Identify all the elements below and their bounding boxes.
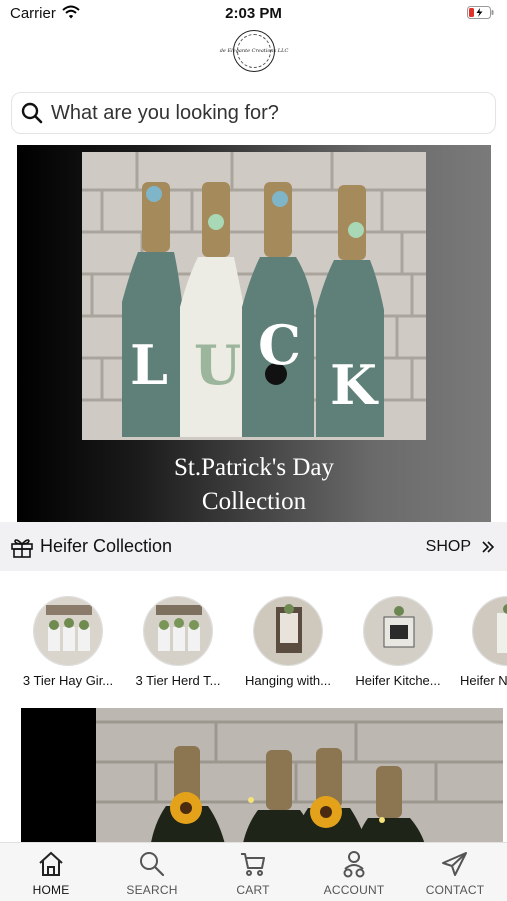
product-name: Hanging with...	[245, 673, 331, 688]
collection-title: Heifer Collection	[40, 536, 173, 556]
search-input[interactable]	[49, 100, 473, 126]
collection-header[interactable]: Heifer Collection SHOP	[0, 522, 507, 571]
cart-icon	[241, 853, 265, 876]
bottle-letter-l: L	[130, 333, 168, 397]
send-icon	[442, 852, 467, 876]
status-time: 2:03 PM	[225, 5, 282, 22]
double-chevron-right-icon	[482, 540, 495, 553]
product-item[interactable]: Heifer Kitche...	[344, 596, 452, 688]
home-icon	[39, 851, 63, 876]
product-carousel[interactable]: 3 Tier Hay Gir... 3 Tier Herd T... Hangi…	[0, 596, 507, 692]
product-thumbnail	[472, 596, 507, 666]
shop-link[interactable]: SHOP	[426, 522, 495, 571]
battery-icon	[467, 6, 495, 24]
hero-caption-line2: Collection	[201, 488, 307, 515]
promo-banner-image	[96, 708, 503, 848]
product-thumbnail	[363, 596, 433, 666]
product-item[interactable]: 3 Tier Hay Gir...	[14, 596, 122, 688]
logo-text: de Elegante Creations LLC	[219, 48, 289, 54]
tab-search[interactable]: SEARCH	[102, 843, 202, 901]
search-icon	[21, 102, 43, 124]
bottle-letter-c: C	[258, 313, 301, 377]
product-thumbnail	[253, 596, 323, 666]
hero-caption-line1: St.Patrick's Day	[173, 454, 335, 481]
bottle-letter-u: U	[194, 333, 241, 397]
product-name: Heifer Kitche...	[355, 673, 441, 688]
product-name: 3 Tier Hay Gir...	[22, 673, 114, 688]
hero-caption: St.Patrick's Day Collection	[17, 451, 491, 519]
tab-home-label: HOME	[32, 883, 70, 897]
account-icon	[343, 851, 365, 878]
product-name: Heifer N	[460, 673, 507, 688]
product-item[interactable]: 3 Tier Herd T...	[124, 596, 232, 688]
tab-search-label: SEARCH	[126, 883, 178, 897]
hero-banner[interactable]: L U C K St.Patrick's Day Collection	[17, 145, 491, 522]
tab-account-label: ACCOUNT	[323, 883, 385, 897]
promo-banner[interactable]	[21, 708, 503, 848]
gift-icon	[11, 538, 33, 558]
status-bar: Carrier 2:03 PM	[0, 0, 507, 28]
tab-home[interactable]: HOME	[1, 843, 101, 901]
bottom-tab-bar: HOME SEARCH CART ACCOUNT CONTACT	[0, 842, 507, 901]
tab-contact[interactable]: CONTACT	[405, 843, 505, 901]
search-bar[interactable]	[11, 92, 496, 134]
tab-cart[interactable]: CART	[203, 843, 303, 901]
product-name: 3 Tier Herd T...	[135, 673, 221, 688]
search-icon	[140, 852, 165, 877]
tab-contact-label: CONTACT	[425, 883, 485, 897]
tab-account[interactable]: ACCOUNT	[304, 843, 404, 901]
brand-logo[interactable]: de Elegante Creations LLC	[220, 30, 288, 72]
shop-label: SHOP	[425, 537, 471, 555]
product-thumbnail	[33, 596, 103, 666]
hero-image: L U C K	[82, 152, 426, 440]
bottle-letter-k: K	[330, 353, 379, 417]
product-thumbnail	[143, 596, 213, 666]
logo-ring: de Elegante Creations LLC	[220, 34, 288, 68]
product-item[interactable]: Hanging with...	[234, 596, 342, 688]
product-item[interactable]: Heifer N	[454, 596, 507, 688]
tab-cart-label: CART	[236, 883, 270, 897]
